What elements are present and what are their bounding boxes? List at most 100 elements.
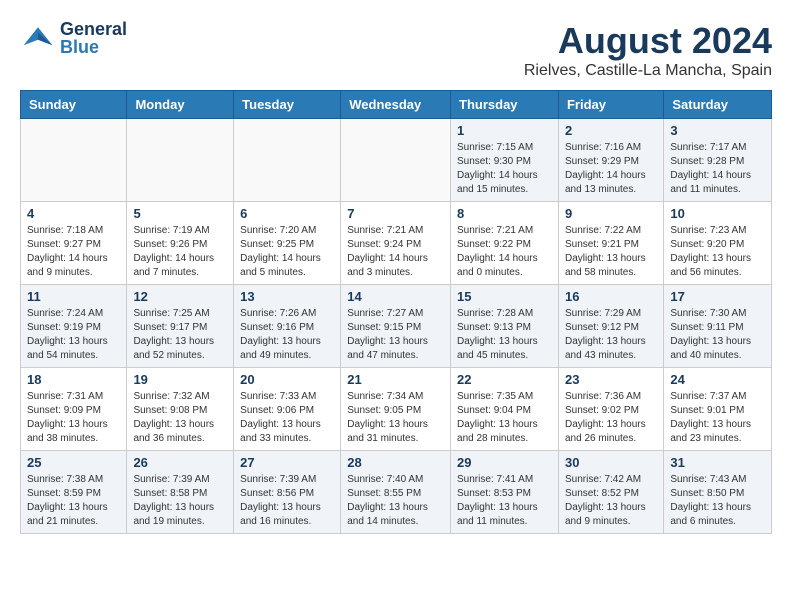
calendar-cell: 26 Sunrise: 7:39 AM Sunset: 8:58 PM Dayli…: [127, 451, 234, 534]
calendar-cell: 17 Sunrise: 7:30 AM Sunset: 9:11 PM Dayli…: [664, 285, 772, 368]
calendar-cell: 1Sunrise: 7:15 AM Sunset: 9:30 PM Daylig…: [451, 119, 559, 202]
calendar-cell: 24 Sunrise: 7:37 AM Sunset: 9:01 PM Dayli…: [664, 368, 772, 451]
day-number: 6: [240, 206, 334, 221]
calendar-cell: 12Sunrise: 7:25 AM Sunset: 9:17 PM Dayli…: [127, 285, 234, 368]
logo: General Blue: [20, 20, 127, 56]
day-info: Sunrise: 7:21 AM Sunset: 9:24 PM Dayligh…: [347, 224, 444, 280]
day-info: Sunrise: 7:31 AM Sunset: 9:09 PM Dayligh…: [27, 390, 120, 446]
day-number: 10: [670, 206, 765, 221]
calendar-cell: 20 Sunrise: 7:33 AM Sunset: 9:06 PM Dayli…: [234, 368, 341, 451]
day-number: 17: [670, 289, 765, 304]
calendar-subtitle: Rielves, Castille-La Mancha, Spain: [524, 62, 772, 80]
calendar-cell: 14Sunrise: 7:27 AM Sunset: 9:15 PM Dayli…: [341, 285, 451, 368]
weekday-header-saturday: Saturday: [664, 91, 772, 119]
day-info: Sunrise: 7:39 AM Sunset: 8:58 PM Dayligh…: [133, 473, 227, 529]
weekday-header-monday: Monday: [127, 91, 234, 119]
calendar-cell: 5Sunrise: 7:19 AM Sunset: 9:26 PM Daylig…: [127, 202, 234, 285]
day-number: 9: [565, 206, 657, 221]
calendar-title-section: August 2024 Rielves, Castille-La Mancha,…: [524, 20, 772, 80]
calendar-cell: 16 Sunrise: 7:29 AM Sunset: 9:12 PM Dayli…: [558, 285, 663, 368]
calendar-cell: 11 Sunrise: 7:24 AM Sunset: 9:19 PM Dayli…: [21, 285, 127, 368]
day-number: 28: [347, 455, 444, 470]
calendar-cell: 28 Sunrise: 7:40 AM Sunset: 8:55 PM Dayli…: [341, 451, 451, 534]
day-number: 25: [27, 455, 120, 470]
day-number: 8: [457, 206, 552, 221]
day-info: Sunrise: 7:41 AM Sunset: 8:53 PM Dayligh…: [457, 473, 552, 529]
calendar-cell: 7Sunrise: 7:21 AM Sunset: 9:24 PM Daylig…: [341, 202, 451, 285]
calendar-cell: 22 Sunrise: 7:35 AM Sunset: 9:04 PM Dayli…: [451, 368, 559, 451]
day-number: 13: [240, 289, 334, 304]
day-info: Sunrise: 7:24 AM Sunset: 9:19 PM Dayligh…: [27, 307, 120, 363]
day-info: Sunrise: 7:20 AM Sunset: 9:25 PM Dayligh…: [240, 224, 334, 280]
calendar-cell: 9 Sunrise: 7:22 AM Sunset: 9:21 PM Daylig…: [558, 202, 663, 285]
day-info: Sunrise: 7:42 AM Sunset: 8:52 PM Dayligh…: [565, 473, 657, 529]
logo-icon: [20, 20, 56, 56]
calendar-cell: 2Sunrise: 7:16 AM Sunset: 9:29 PM Daylig…: [558, 119, 663, 202]
calendar-cell: 6 Sunrise: 7:20 AM Sunset: 9:25 PM Daylig…: [234, 202, 341, 285]
calendar-week-row: 11 Sunrise: 7:24 AM Sunset: 9:19 PM Dayli…: [21, 285, 772, 368]
day-info: Sunrise: 7:43 AM Sunset: 8:50 PM Dayligh…: [670, 473, 765, 529]
day-number: 23: [565, 372, 657, 387]
calendar-table: SundayMondayTuesdayWednesdayThursdayFrid…: [20, 90, 772, 534]
calendar-cell: 21 Sunrise: 7:34 AM Sunset: 9:05 PM Dayli…: [341, 368, 451, 451]
day-number: 21: [347, 372, 444, 387]
calendar-cell: 29Sunrise: 7:41 AM Sunset: 8:53 PM Dayli…: [451, 451, 559, 534]
calendar-week-row: 4 Sunrise: 7:18 AM Sunset: 9:27 PM Daylig…: [21, 202, 772, 285]
day-number: 24: [670, 372, 765, 387]
calendar-cell: 13 Sunrise: 7:26 AM Sunset: 9:16 PM Dayli…: [234, 285, 341, 368]
calendar-week-row: 25 Sunrise: 7:38 AM Sunset: 8:59 PM Dayli…: [21, 451, 772, 534]
day-number: 3: [670, 123, 765, 138]
calendar-cell: [21, 119, 127, 202]
day-info: Sunrise: 7:38 AM Sunset: 8:59 PM Dayligh…: [27, 473, 120, 529]
calendar-cell: 23Sunrise: 7:36 AM Sunset: 9:02 PM Dayli…: [558, 368, 663, 451]
day-number: 20: [240, 372, 334, 387]
calendar-cell: 31 Sunrise: 7:43 AM Sunset: 8:50 PM Dayli…: [664, 451, 772, 534]
day-number: 16: [565, 289, 657, 304]
calendar-cell: [234, 119, 341, 202]
weekday-header-thursday: Thursday: [451, 91, 559, 119]
weekday-header-row: SundayMondayTuesdayWednesdayThursdayFrid…: [21, 91, 772, 119]
day-info: Sunrise: 7:37 AM Sunset: 9:01 PM Dayligh…: [670, 390, 765, 446]
day-info: Sunrise: 7:33 AM Sunset: 9:06 PM Dayligh…: [240, 390, 334, 446]
day-number: 5: [133, 206, 227, 221]
day-info: Sunrise: 7:17 AM Sunset: 9:28 PM Dayligh…: [670, 141, 765, 197]
calendar-cell: 19Sunrise: 7:32 AM Sunset: 9:08 PM Dayli…: [127, 368, 234, 451]
logo-general-text: General: [60, 20, 127, 38]
day-info: Sunrise: 7:18 AM Sunset: 9:27 PM Dayligh…: [27, 224, 120, 280]
weekday-header-tuesday: Tuesday: [234, 91, 341, 119]
calendar-title: August 2024: [524, 20, 772, 62]
day-info: Sunrise: 7:27 AM Sunset: 9:15 PM Dayligh…: [347, 307, 444, 363]
day-number: 11: [27, 289, 120, 304]
calendar-cell: [127, 119, 234, 202]
day-number: 12: [133, 289, 227, 304]
day-number: 18: [27, 372, 120, 387]
day-info: Sunrise: 7:30 AM Sunset: 9:11 PM Dayligh…: [670, 307, 765, 363]
day-info: Sunrise: 7:26 AM Sunset: 9:16 PM Dayligh…: [240, 307, 334, 363]
day-number: 31: [670, 455, 765, 470]
day-info: Sunrise: 7:22 AM Sunset: 9:21 PM Dayligh…: [565, 224, 657, 280]
day-info: Sunrise: 7:15 AM Sunset: 9:30 PM Dayligh…: [457, 141, 552, 197]
calendar-cell: 25 Sunrise: 7:38 AM Sunset: 8:59 PM Dayli…: [21, 451, 127, 534]
logo-text: General Blue: [60, 20, 127, 56]
day-info: Sunrise: 7:35 AM Sunset: 9:04 PM Dayligh…: [457, 390, 552, 446]
calendar-cell: 3 Sunrise: 7:17 AM Sunset: 9:28 PM Daylig…: [664, 119, 772, 202]
day-number: 22: [457, 372, 552, 387]
day-info: Sunrise: 7:23 AM Sunset: 9:20 PM Dayligh…: [670, 224, 765, 280]
day-info: Sunrise: 7:40 AM Sunset: 8:55 PM Dayligh…: [347, 473, 444, 529]
calendar-cell: 15Sunrise: 7:28 AM Sunset: 9:13 PM Dayli…: [451, 285, 559, 368]
day-info: Sunrise: 7:34 AM Sunset: 9:05 PM Dayligh…: [347, 390, 444, 446]
calendar-week-row: 1Sunrise: 7:15 AM Sunset: 9:30 PM Daylig…: [21, 119, 772, 202]
day-info: Sunrise: 7:39 AM Sunset: 8:56 PM Dayligh…: [240, 473, 334, 529]
day-info: Sunrise: 7:21 AM Sunset: 9:22 PM Dayligh…: [457, 224, 552, 280]
logo-blue-text: Blue: [60, 38, 127, 56]
day-info: Sunrise: 7:29 AM Sunset: 9:12 PM Dayligh…: [565, 307, 657, 363]
day-number: 27: [240, 455, 334, 470]
day-number: 26: [133, 455, 227, 470]
calendar-cell: 4 Sunrise: 7:18 AM Sunset: 9:27 PM Daylig…: [21, 202, 127, 285]
day-info: Sunrise: 7:16 AM Sunset: 9:29 PM Dayligh…: [565, 141, 657, 197]
calendar-cell: 27 Sunrise: 7:39 AM Sunset: 8:56 PM Dayli…: [234, 451, 341, 534]
weekday-header-sunday: Sunday: [21, 91, 127, 119]
day-info: Sunrise: 7:32 AM Sunset: 9:08 PM Dayligh…: [133, 390, 227, 446]
calendar-cell: 10 Sunrise: 7:23 AM Sunset: 9:20 PM Dayli…: [664, 202, 772, 285]
day-number: 4: [27, 206, 120, 221]
